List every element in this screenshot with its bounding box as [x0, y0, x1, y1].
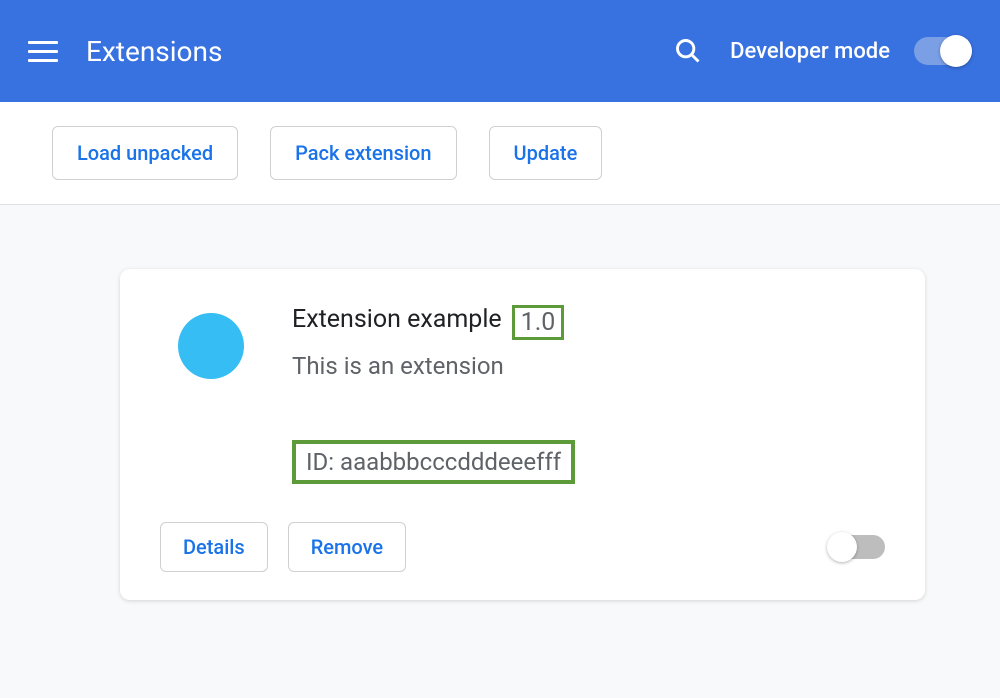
load-unpacked-button[interactable]: Load unpacked [52, 126, 238, 180]
extension-version-highlight: 1.0 [512, 305, 565, 340]
extension-id-row: ID: aaabbbcccdddeeefff [292, 440, 885, 484]
page-title: Extensions [86, 35, 674, 68]
extension-name-row: Extension example 1.0 [292, 305, 885, 340]
extensions-content: Extension example 1.0 This is an extensi… [0, 205, 1000, 698]
extension-version: 1.0 [521, 308, 556, 337]
extension-card: Extension example 1.0 This is an extensi… [120, 269, 925, 600]
extension-card-top: Extension example 1.0 This is an extensi… [160, 305, 885, 380]
developer-toolbar: Load unpacked Pack extension Update [0, 102, 1000, 205]
pack-extension-button[interactable]: Pack extension [270, 126, 456, 180]
extension-info: Extension example 1.0 This is an extensi… [292, 305, 885, 380]
details-button[interactable]: Details [160, 522, 268, 572]
extension-id-highlight: ID: aaabbbcccdddeeefff [292, 440, 575, 484]
extension-icon [178, 313, 244, 379]
hamburger-menu-icon[interactable] [28, 36, 58, 66]
developer-mode-toggle[interactable] [914, 37, 972, 65]
remove-button[interactable]: Remove [288, 522, 406, 572]
extension-enable-toggle[interactable] [829, 535, 885, 559]
extension-name: Extension example [292, 305, 502, 334]
toggle-knob [940, 35, 972, 67]
search-icon[interactable] [674, 37, 702, 65]
toggle-knob [827, 532, 857, 562]
developer-mode-label: Developer mode [730, 39, 890, 64]
extension-id: ID: aaabbbcccdddeeefff [306, 448, 561, 476]
header-bar: Extensions Developer mode [0, 0, 1000, 102]
extension-card-actions: Details Remove [160, 522, 885, 572]
update-button[interactable]: Update [489, 126, 603, 180]
extension-description: This is an extension [292, 352, 885, 380]
